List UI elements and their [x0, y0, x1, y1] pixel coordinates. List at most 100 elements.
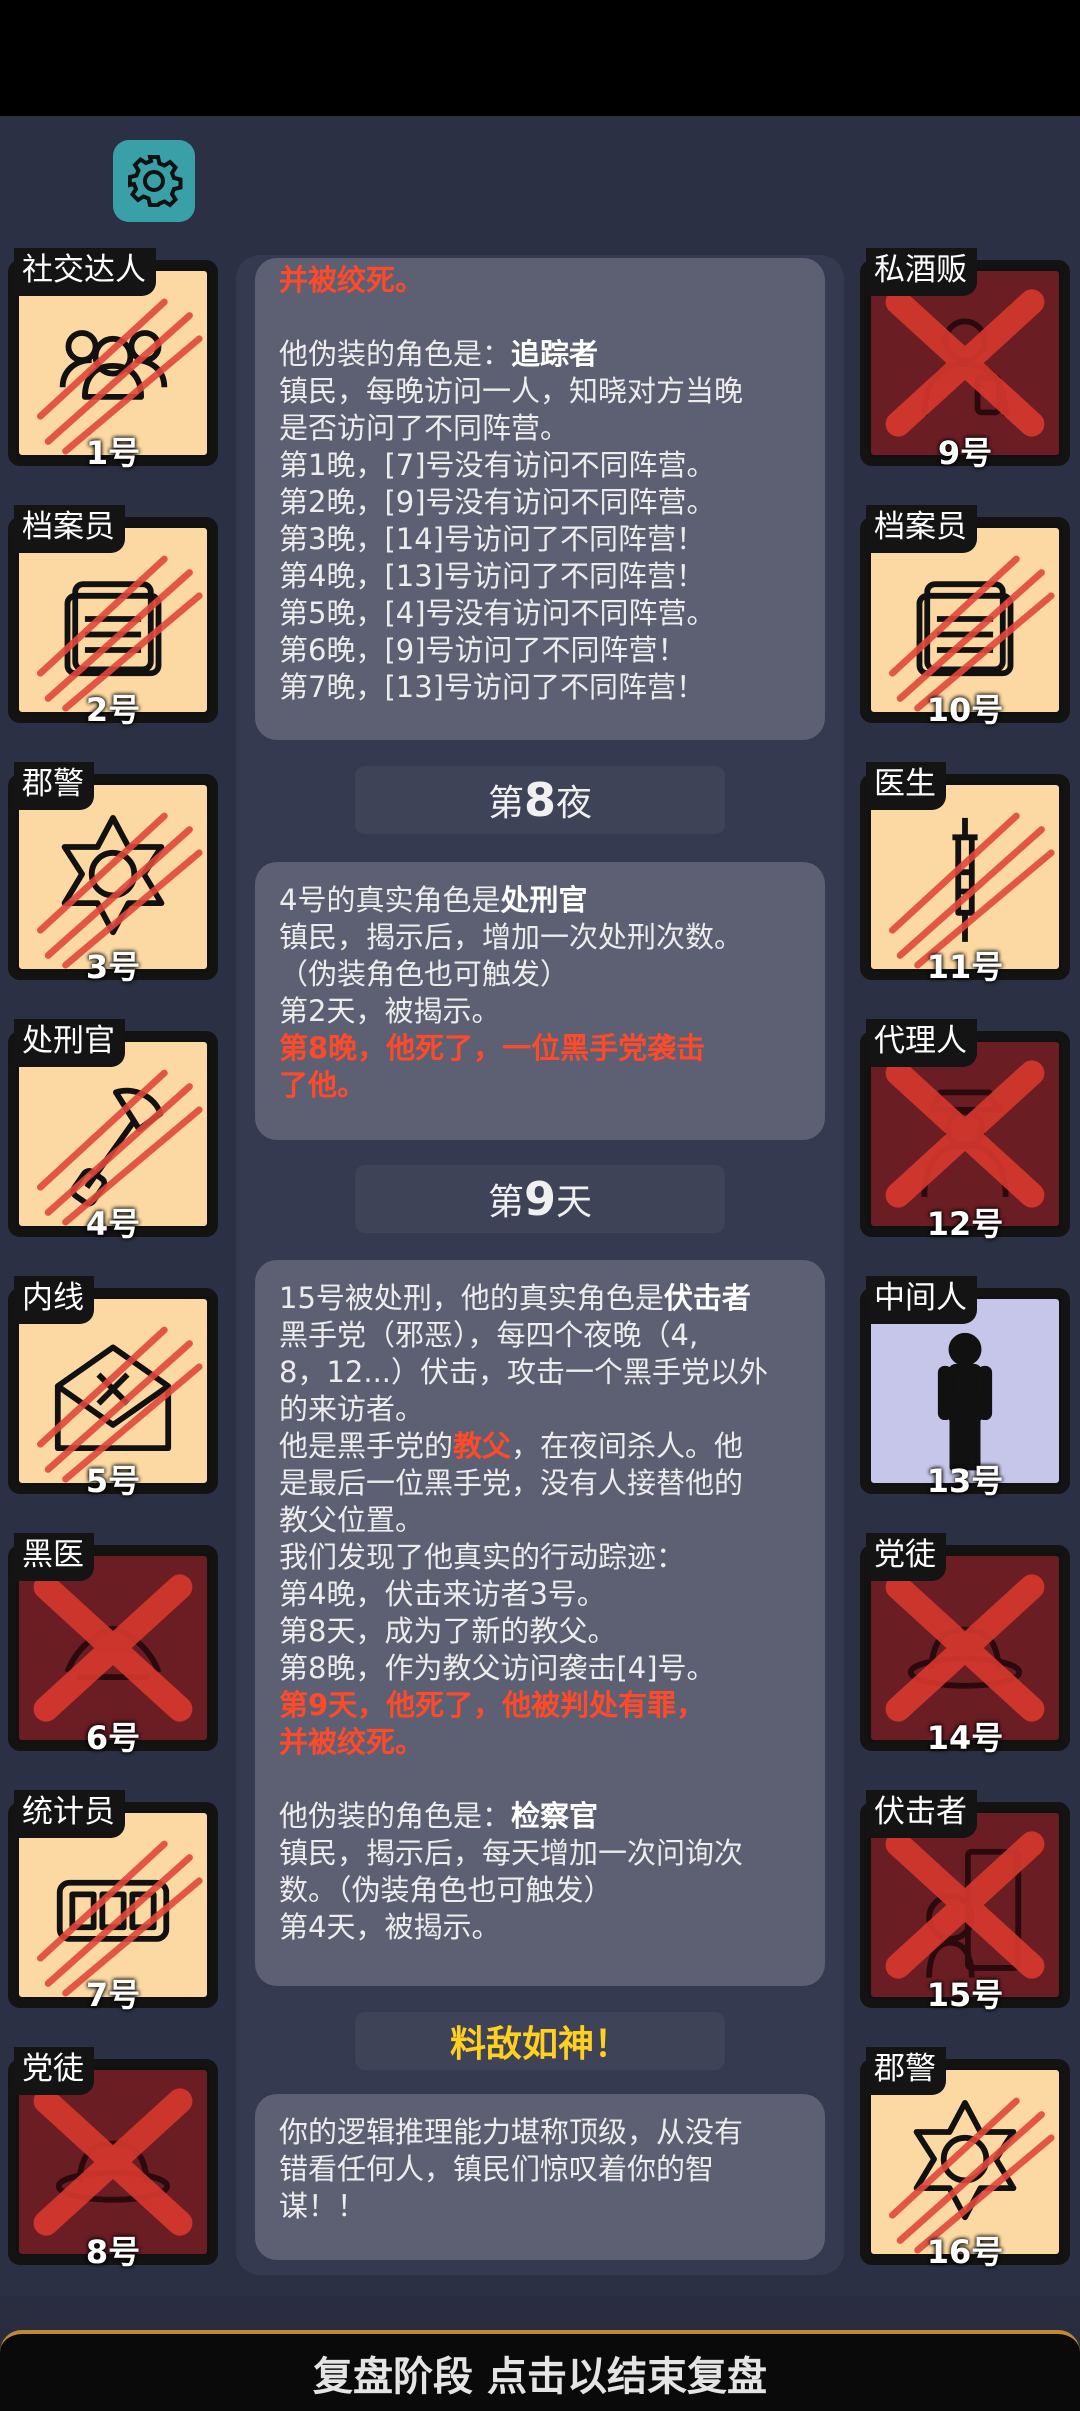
player-role-label: 伏击者 — [866, 1790, 977, 1838]
log-line: 第2天，被揭示。 — [279, 994, 501, 1028]
player-number: 2号 — [85, 691, 141, 729]
player-card-11号[interactable]: 医生 11号 — [860, 762, 1070, 986]
log-line: 第1晚，[7]号没有访问不同阵营。 — [279, 448, 716, 482]
log-line: 镇民，揭示后，每天增加一次问询次 — [279, 1836, 744, 1870]
player-number: 6号 — [85, 1719, 141, 1757]
player-card-10号[interactable]: 档案员 10号 — [860, 505, 1070, 729]
player-card-7号[interactable]: 统计员 7号 — [8, 1790, 218, 2014]
player-card-3号[interactable]: 郡警 3号 — [8, 762, 218, 986]
log-line: 是否访问了不同阵营。 — [279, 411, 570, 445]
log-line: 你的逻辑推理能力堪称顶级，从没有 — [279, 2115, 744, 2149]
player-role-label: 档案员 — [14, 505, 125, 553]
log-entry-ambusher: 15号被处刑，他的真实角色是伏击者 黑手党（邪恶），每四个夜晚（4, 8，12..… — [255, 1260, 825, 1986]
player-number: 11号 — [926, 948, 1004, 986]
log-line: 第3晚，[14]号访问了不同阵营！ — [279, 522, 705, 556]
log-lines: 镇民，每晚访问一人，知晓对方当晚 是否访问了不同阵营。 第1晚，[7]号没有访问不同… — [279, 373, 803, 706]
player-number: 7号 — [85, 1976, 141, 2014]
log-red-lines: 第8晚，他死了，一位黑手党袭击 了他。 — [279, 1030, 803, 1104]
player-card-14号[interactable]: 党徒 14号 — [860, 1533, 1070, 1757]
player-role-label: 党徒 — [866, 1533, 946, 1581]
player-role-label: 统计员 — [14, 1790, 125, 1838]
player-card-8号[interactable]: 党徒 8号 — [8, 2047, 218, 2271]
log-lines: 你的逻辑推理能力堪称顶级，从没有 错看任何人，镇民们惊叹着你的智 谋！！ — [279, 2114, 803, 2225]
player-card-5号[interactable]: 内线 5号 — [8, 1276, 218, 1500]
log-line: 镇民，揭示后，增加一次处刑次数。 — [279, 920, 744, 954]
log-line: 数。（伪装角色也可触发） — [279, 1873, 613, 1907]
player-role-label: 处刑官 — [14, 1019, 125, 1067]
log-line: 第4天，被揭示。 — [279, 1910, 501, 1944]
player-number: 9号 — [937, 434, 993, 472]
player-number: 15号 — [926, 1976, 1004, 2014]
log-line: 第7晚，[13]号访问了不同阵营！ — [279, 670, 705, 704]
player-role-label: 中间人 — [866, 1276, 977, 1324]
true-role: 处刑官 — [500, 883, 588, 917]
log-line: 了他。 — [279, 1068, 367, 1102]
gear-icon — [128, 155, 183, 208]
player-role-label: 郡警 — [866, 2047, 946, 2095]
log-red-line: 并被绞死。 — [279, 263, 425, 297]
log-line: 第8晚，他死了，一位黑手党袭击 — [279, 1031, 706, 1065]
player-card-4号[interactable]: 处刑官 4号 — [8, 1019, 218, 1243]
log-line: 第8晚，作为教父访问袭击[4]号。 — [279, 1651, 716, 1685]
log-entry-tracker: 并被绞死。 他伪装的角色是：追踪者 镇民，每晚访问一人，知晓对方当晚 是否访问了不… — [255, 258, 825, 740]
settings-button[interactable] — [113, 140, 195, 222]
player-card-13号[interactable]: 中间人 13号 — [860, 1276, 1070, 1500]
result-title: 料敌如神！ — [355, 2012, 725, 2070]
log-line: 黑手党（邪恶），每四个夜晚（4, — [279, 1318, 699, 1352]
player-number: 3号 — [85, 948, 141, 986]
log-lines: 镇民，揭示后，增加一次处刑次数。 （伪装角色也可触发） 第2天，被揭示。 — [279, 919, 803, 1030]
player-number: 14号 — [926, 1719, 1004, 1757]
player-card-1号[interactable]: 社交达人 1号 — [8, 248, 218, 472]
player-card-16号[interactable]: 郡警 16号 — [860, 2047, 1070, 2271]
log-line: （伪装角色也可触发） — [279, 957, 570, 991]
player-number: 13号 — [926, 1462, 1004, 1500]
player-number: 10号 — [926, 691, 1004, 729]
log-lines: 黑手党（邪恶），每四个夜晚（4, 8，12...）伏击，攻击一个黑手党以外 的来访者… — [279, 1317, 803, 1428]
player-number: 16号 — [926, 2233, 1004, 2271]
player-role-label: 社交达人 — [14, 248, 156, 296]
log-line: 8，12...）伏击，攻击一个黑手党以外 — [279, 1355, 769, 1389]
log-entry-verdict: 你的逻辑推理能力堪称顶级，从没有 错看任何人，镇民们惊叹着你的智 谋！！ — [255, 2094, 825, 2260]
end-review-button[interactable]: 复盘阶段 点击以结束复盘 — [0, 2330, 1080, 2411]
log-red-lines: 第9天，他死了，他被判处有罪， 并被绞死。 — [279, 1687, 803, 1761]
player-card-12号[interactable]: 代理人 12号 — [860, 1019, 1070, 1243]
section-header-night-8: 第8夜 — [355, 766, 725, 834]
player-card-15号[interactable]: 伏击者 15号 — [860, 1790, 1070, 2014]
log-line: 谋！！ — [279, 2189, 367, 2223]
godfather-word: 教父 — [453, 1429, 512, 1463]
player-role-label: 郡警 — [14, 762, 94, 810]
log-line: 是最后一位黑手党，没有人接替他的 — [279, 1466, 744, 1500]
player-role-label: 代理人 — [866, 1019, 977, 1067]
player-card-6号[interactable]: 黑医 6号 — [8, 1533, 218, 1757]
status-bar — [0, 0, 1080, 116]
player-card-2号[interactable]: 档案员 2号 — [8, 505, 218, 729]
section-header-day-9: 第9天 — [355, 1165, 725, 1233]
log-line: 第2晚，[9]号没有访问不同阵营。 — [279, 485, 716, 519]
true-role: 伏击者 — [663, 1281, 751, 1315]
log-line: 错看任何人，镇民们惊叹着你的智 — [279, 2152, 715, 2186]
log-line: 第8天，成为了新的教父。 — [279, 1614, 617, 1648]
player-role-label: 内线 — [14, 1276, 94, 1324]
log-lines: 镇民，揭示后，每天增加一次问询次 数。（伪装角色也可触发） 第4天，被揭示。 — [279, 1835, 803, 1946]
log-lines: 是最后一位黑手党，没有人接替他的 教父位置。 我们发现了他真实的行动踪迹： 第4晚，伏… — [279, 1465, 803, 1687]
player-role-label: 医生 — [866, 762, 946, 810]
player-role-label: 档案员 — [866, 505, 977, 553]
disguise-role: 检察官 — [511, 1799, 599, 1833]
log-line: 并被绞死。 — [279, 1725, 425, 1759]
player-number: 4号 — [85, 1205, 141, 1243]
player-number: 5号 — [85, 1462, 141, 1500]
log-line: 教父位置。 — [279, 1503, 425, 1537]
player-role-label: 私酒贩 — [866, 248, 977, 296]
player-card-9号[interactable]: 私酒贩 9号 — [860, 248, 1070, 472]
log-line: 第5晚，[4]号没有访问不同阵营。 — [279, 596, 716, 630]
log-line: 第4晚，伏击来访者3号。 — [279, 1577, 606, 1611]
log-line: 第4晚，[13]号访问了不同阵营！ — [279, 559, 705, 593]
log-line: 我们发现了他真实的行动踪迹： — [279, 1540, 686, 1574]
log-line: 的来访者。 — [279, 1392, 425, 1426]
player-role-label: 党徒 — [14, 2047, 94, 2095]
disguise-role: 追踪者 — [511, 337, 599, 371]
log-line: 第9天，他死了，他被判处有罪， — [279, 1688, 706, 1722]
player-number: 12号 — [926, 1205, 1004, 1243]
player-number: 1号 — [85, 434, 141, 472]
log-line: 镇民，每晚访问一人，知晓对方当晚 — [279, 374, 744, 408]
